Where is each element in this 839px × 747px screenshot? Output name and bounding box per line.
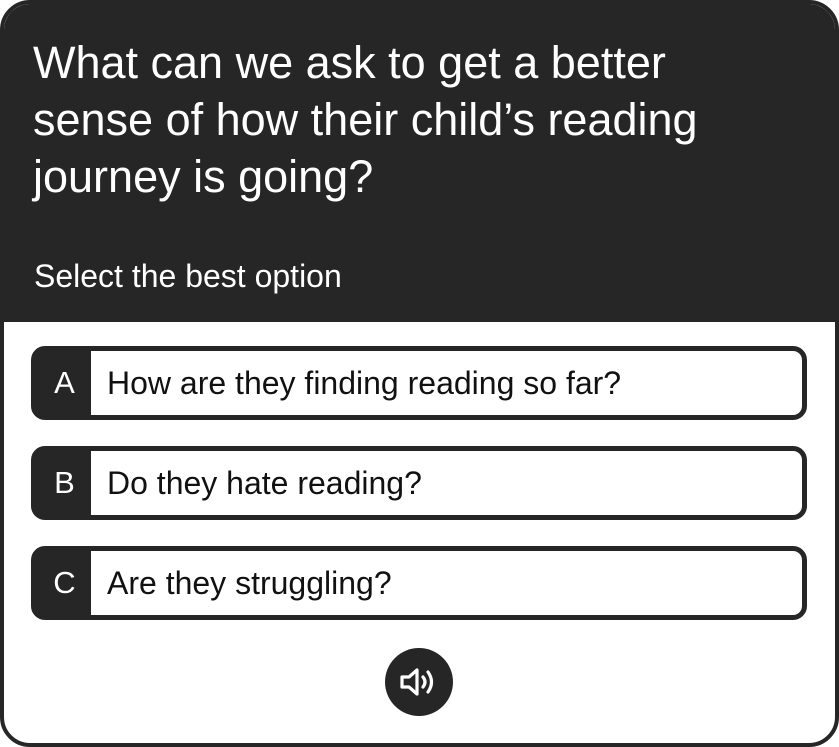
question-header: What can we ask to get a better sense of… (4, 4, 835, 322)
option-text: How are they finding reading so far? (91, 351, 802, 415)
option-letter: A (54, 365, 75, 400)
question-card: What can we ask to get a better sense of… (0, 0, 839, 747)
option-a[interactable]: A How are they finding reading so far? (31, 346, 807, 420)
option-text: Do they hate reading? (91, 451, 802, 515)
option-text: Are they struggling? (91, 551, 802, 615)
option-letter: C (53, 565, 76, 600)
option-letter: B (54, 465, 75, 500)
option-c[interactable]: C Are they struggling? (31, 546, 807, 620)
speaker-icon (400, 668, 434, 696)
instruction-text: Select the best option (34, 258, 342, 294)
option-b[interactable]: B Do they hate reading? (31, 446, 807, 520)
audio-play-button[interactable] (385, 648, 453, 716)
answer-options: A How are they finding reading so far? B… (31, 346, 807, 646)
question-text: What can we ask to get a better sense of… (33, 37, 698, 202)
